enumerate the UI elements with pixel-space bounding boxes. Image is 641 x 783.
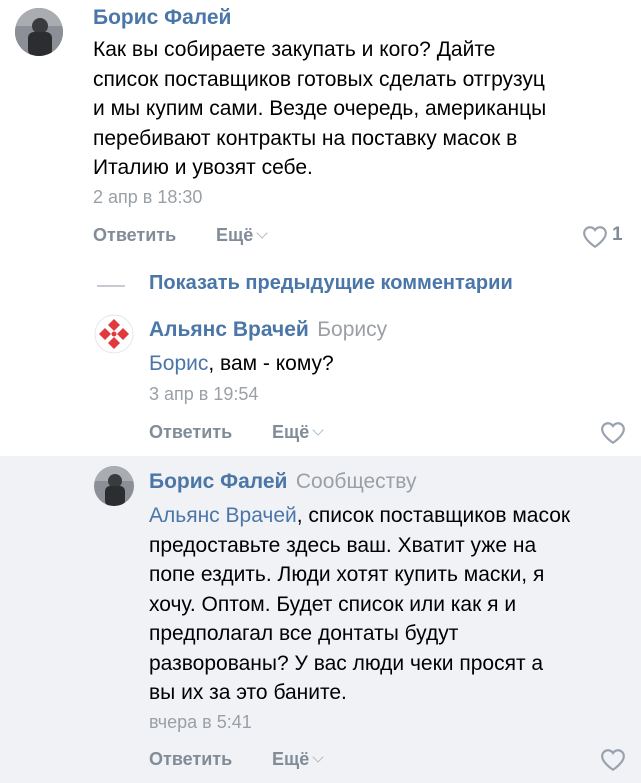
comment-text-line: предоставьте здесь ваш. Хватит уже на [149, 533, 537, 557]
comment-text-line: вы их за это баните. [149, 681, 347, 704]
reply-to-label[interactable]: Борису [317, 318, 387, 341]
like-button[interactable] [600, 421, 628, 447]
avatar-boris[interactable] [94, 466, 134, 506]
comment-text-line: попе ездить. Люди хотят купить маски, я [149, 563, 545, 586]
comment-timestamp[interactable]: 2 апр в 18:30 [93, 187, 202, 208]
chevron-down-icon [256, 227, 268, 239]
show-previous-comments-link[interactable]: Показать предыдущие комментарии [149, 272, 513, 295]
reply-button[interactable]: Ответить [149, 422, 232, 443]
more-label: Ещё [216, 225, 254, 245]
avatar-photo [94, 466, 134, 506]
reply-button[interactable]: Ответить [149, 749, 232, 770]
more-button[interactable]: Ещё [272, 422, 324, 443]
reply-button[interactable]: Ответить [93, 225, 176, 246]
more-button[interactable]: Ещё [216, 225, 268, 246]
comment-author[interactable]: Альянс Врачей [149, 318, 309, 341]
comment-text-line: Как вы собираете закупать и кого? Дайте [93, 38, 496, 61]
mention-link[interactable]: Альянс Врачей [149, 504, 297, 527]
heart-icon [601, 749, 625, 772]
comment-text-line: Италию и увозят себе. [93, 156, 313, 179]
comment-text-line: разворованы? У вас люди чеки просят а [149, 651, 544, 675]
comment-text-line: список поставщиков готовых сделать отгру… [93, 67, 545, 91]
comment-header: Борис Фалей Сообществу [149, 470, 416, 494]
chevron-down-icon [312, 424, 324, 436]
mention-link[interactable]: Борис [149, 352, 208, 375]
comment-text: Альянс Врачей, список поставщиков масок … [149, 501, 634, 708]
more-label: Ещё [272, 749, 310, 769]
comment-author[interactable]: Борис Фалей [93, 6, 231, 30]
comment-author[interactable]: Борис Фалей [149, 470, 287, 493]
comment-timestamp[interactable]: вчера в 5:41 [149, 712, 252, 733]
comment-text-line: Альянс Врачей, список поставщиков масок [149, 501, 634, 531]
alliance-logo [94, 314, 134, 354]
comment-header: Альянс Врачей Борису [149, 318, 387, 342]
comment-text-line: хочу. Оптом. Будет список или как я и [149, 592, 517, 616]
thread-divider [97, 285, 125, 287]
avatar-photo [15, 8, 63, 56]
more-label: Ещё [272, 422, 310, 442]
avatar-alliance[interactable] [94, 314, 134, 354]
like-button[interactable]: 1 [582, 224, 632, 250]
comment-timestamp[interactable]: 3 апр в 19:54 [149, 384, 258, 405]
comment-text: Как вы собираете закупать и кого? Дайте … [93, 35, 633, 183]
comment-text-rest: , вам - кому? [208, 352, 334, 375]
reply-to-label[interactable]: Сообществу [296, 470, 417, 493]
comment-text-line: и мы купим сами. Везде очередь, американ… [93, 97, 547, 120]
more-button[interactable]: Ещё [272, 749, 324, 770]
chevron-down-icon [312, 751, 324, 763]
like-count: 1 [612, 224, 623, 245]
comment-text-line: предполагал все донтаты будут [149, 622, 459, 645]
comment-text-line: перебивают контракты на поставку масок в [93, 126, 518, 150]
heart-icon [583, 226, 607, 249]
comment-text-rest: , список поставщиков масок [296, 504, 571, 527]
heart-icon [601, 422, 625, 445]
avatar-boris[interactable] [15, 8, 63, 56]
comment-text: Борис, вам - кому? [149, 349, 334, 379]
like-button[interactable] [600, 748, 628, 774]
